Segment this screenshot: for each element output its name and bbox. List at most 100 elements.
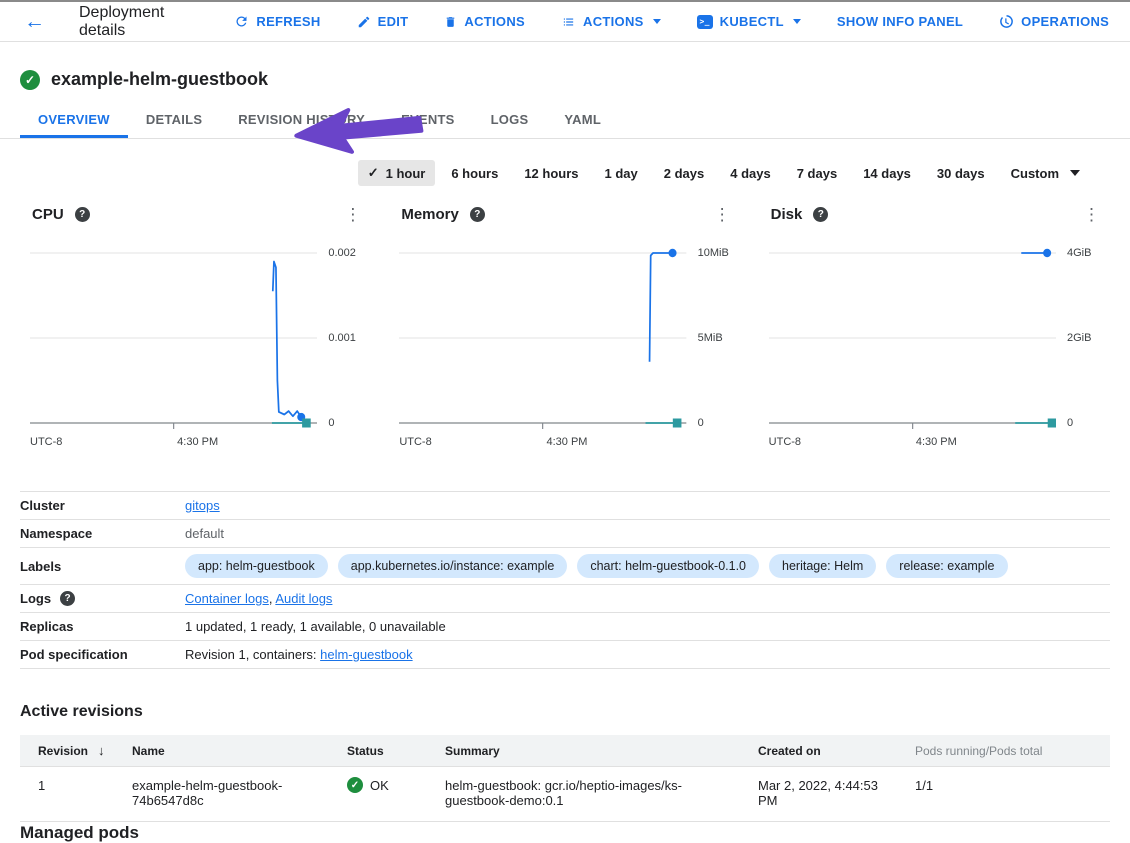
tab-logs[interactable]: LOGS xyxy=(473,103,547,138)
show-info-panel-button[interactable]: SHOW INFO PANEL xyxy=(837,14,963,29)
logs-label: Logs ? xyxy=(20,591,185,606)
status-ok-icon: ✓ xyxy=(347,777,363,793)
revision-cell: 1 xyxy=(20,767,122,822)
tab-bar: OVERVIEW DETAILS REVISION HISTORY EVENTS… xyxy=(0,103,1130,139)
delete-button[interactable]: ACTIONS xyxy=(444,14,525,29)
pods-cell: 1/1 xyxy=(905,767,1110,822)
chevron-down-icon xyxy=(1070,170,1080,176)
tab-yaml[interactable]: YAML xyxy=(546,103,619,138)
y-tick: 10MiB xyxy=(691,247,735,259)
chevron-down-icon xyxy=(793,19,801,24)
tab-details[interactable]: DETAILS xyxy=(128,103,220,138)
help-icon[interactable]: ? xyxy=(470,207,485,222)
help-icon[interactable]: ? xyxy=(60,591,75,606)
col-status: Status xyxy=(337,735,435,767)
sort-desc-icon[interactable]: ↓ xyxy=(98,743,105,758)
revisions-table: Revision↓ Name Status Summary Created on… xyxy=(20,735,1110,822)
trash-icon xyxy=(444,15,457,29)
time-option-4-days[interactable]: 4 days xyxy=(720,161,780,186)
namespace-label: Namespace xyxy=(20,526,185,541)
pod-spec-prefix: Revision 1, containers: xyxy=(185,647,320,662)
label-chip: release: example xyxy=(886,554,1007,578)
chart-menu-icon[interactable]: ⋮ xyxy=(340,206,365,223)
operations-icon xyxy=(999,14,1014,29)
audit-logs-link[interactable]: Audit logs xyxy=(275,591,332,606)
x-tick-timezone: UTC-8 xyxy=(399,436,431,448)
replicas-value: 1 updated, 1 ready, 1 available, 0 unava… xyxy=(185,619,1110,634)
status-cell: ✓ OK xyxy=(337,767,435,822)
time-range-selector: ✓ 1 hour 6 hours 12 hours 1 day 2 days 4… xyxy=(0,160,1090,186)
chart-menu-icon[interactable]: ⋮ xyxy=(1079,206,1104,223)
actions-menu-button[interactable]: ACTIONS xyxy=(561,14,661,29)
tab-overview[interactable]: OVERVIEW xyxy=(20,103,128,138)
help-icon[interactable]: ? xyxy=(75,207,90,222)
refresh-icon xyxy=(234,14,249,29)
time-option-custom[interactable]: Custom xyxy=(1001,161,1090,186)
y-tick: 0 xyxy=(1060,417,1104,429)
list-icon xyxy=(561,15,576,29)
y-tick: 0.002 xyxy=(321,247,365,259)
namespace-row: Namespace default xyxy=(20,519,1110,547)
chart-menu-icon[interactable]: ⋮ xyxy=(710,206,735,223)
status-ok-icon: ✓ xyxy=(20,70,40,90)
deployment-title-row: ✓ example-helm-guestbook xyxy=(0,42,1130,90)
summary-cell: helm-guestbook: gcr.io/heptio-images/ks-… xyxy=(435,767,748,822)
cluster-label: Cluster xyxy=(20,498,185,513)
y-tick: 5MiB xyxy=(691,332,735,344)
col-revision: Revision↓ xyxy=(20,735,122,767)
label-chip: chart: helm-guestbook-0.1.0 xyxy=(577,554,759,578)
tab-events[interactable]: EVENTS xyxy=(383,103,473,138)
cpu-chart-title: CPU xyxy=(32,206,64,223)
label-chip: heritage: Helm xyxy=(769,554,876,578)
replicas-row: Replicas 1 updated, 1 ready, 1 available… xyxy=(20,612,1110,640)
y-tick: 0.001 xyxy=(321,332,365,344)
labels-label: Labels xyxy=(20,559,185,574)
terminal-icon: >_ xyxy=(697,15,713,29)
x-tick-timezone: UTC-8 xyxy=(30,436,62,448)
y-tick: 0 xyxy=(691,417,735,429)
main-content: ✓ example-helm-guestbook OVERVIEW DETAIL… xyxy=(0,42,1130,822)
time-option-30-days[interactable]: 30 days xyxy=(927,161,995,186)
container-logs-link[interactable]: Container logs xyxy=(185,591,269,606)
refresh-button[interactable]: REFRESH xyxy=(234,14,320,29)
time-option-6-hours[interactable]: 6 hours xyxy=(441,161,508,186)
time-option-1-hour[interactable]: ✓ 1 hour xyxy=(358,160,436,186)
col-summary: Summary xyxy=(435,735,748,767)
col-name: Name xyxy=(122,735,337,767)
time-option-14-days[interactable]: 14 days xyxy=(853,161,921,186)
back-arrow-icon[interactable]: ← xyxy=(24,11,45,32)
operations-button[interactable]: OPERATIONS xyxy=(999,14,1109,29)
disk-chart-panel: Disk ? ⋮ 4GiB 2GiB 0 UTC-8 4:30 PM xyxy=(769,202,1104,451)
time-option-7-days[interactable]: 7 days xyxy=(787,161,847,186)
tab-revision-history[interactable]: REVISION HISTORY xyxy=(220,103,383,138)
time-option-12-hours[interactable]: 12 hours xyxy=(514,161,588,186)
help-icon[interactable]: ? xyxy=(813,207,828,222)
active-revisions-section: Active revisions Revision↓ Name Status S… xyxy=(20,703,1110,822)
metrics-charts: CPU ? ⋮ 0.002 0.001 0 UTC-8 4:30 PM Memo… xyxy=(0,202,1130,451)
container-link[interactable]: helm-guestbook xyxy=(320,647,413,662)
header-toolbar: REFRESH EDIT ACTIONS ACTIONS >_ KUBECTL … xyxy=(234,14,1109,29)
y-tick: 0 xyxy=(321,417,365,429)
page-title: Deployment details xyxy=(79,4,164,40)
edit-pencil-icon xyxy=(357,15,371,29)
check-icon: ✓ xyxy=(368,165,379,181)
edit-button[interactable]: EDIT xyxy=(357,14,409,29)
memory-chart-panel: Memory ? ⋮ 10MiB 5MiB 0 UTC-8 4:30 PM xyxy=(399,202,734,451)
x-tick-time: 4:30 PM xyxy=(547,436,588,448)
labels-row: Labels app: helm-guestbook app.kubernete… xyxy=(20,547,1110,584)
cluster-link[interactable]: gitops xyxy=(185,498,220,513)
cpu-chart xyxy=(30,241,317,431)
memory-chart-title: Memory xyxy=(401,206,459,223)
created-on-cell: Mar 2, 2022, 4:44:53 PM xyxy=(748,767,905,822)
time-option-1-day[interactable]: 1 day xyxy=(595,161,648,186)
name-cell: example-helm-guestbook-74b6547d8c xyxy=(122,767,337,822)
logs-row: Logs ? Container logs, Audit logs xyxy=(20,584,1110,612)
disk-chart xyxy=(769,241,1056,431)
deployment-name: example-helm-guestbook xyxy=(51,69,268,90)
time-option-2-days[interactable]: 2 days xyxy=(654,161,714,186)
namespace-value: default xyxy=(185,526,1110,541)
active-revisions-heading: Active revisions xyxy=(20,703,1110,721)
deployment-details-list: Cluster gitops Namespace default Labels … xyxy=(0,491,1130,669)
disk-chart-title: Disk xyxy=(771,206,803,223)
kubectl-button[interactable]: >_ KUBECTL xyxy=(697,14,801,29)
